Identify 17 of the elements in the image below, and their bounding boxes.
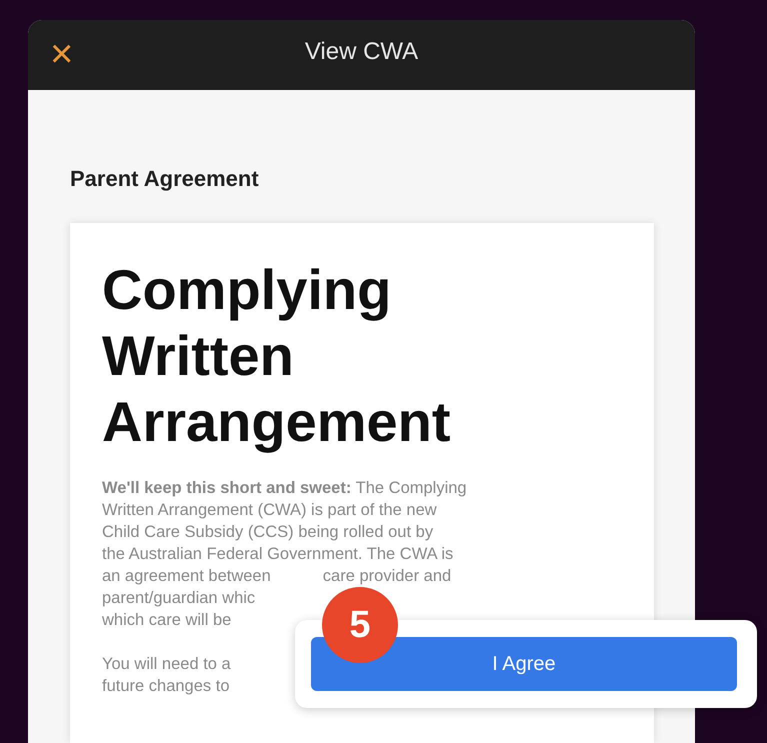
agree-button[interactable]: I Agree: [311, 637, 737, 691]
paragraph-text: parent/guardian whic: [102, 588, 256, 609]
paragraph-text: care provider and: [322, 566, 452, 587]
section-title: Parent Agreement: [70, 165, 259, 193]
document-heading: Arrangement: [102, 389, 451, 455]
paragraph-text: the Australian Federal Government. The CWA is: [102, 544, 454, 565]
paragraph-text: Child Care Subsidy (CCS) being rolled out by: [102, 522, 434, 543]
close-button[interactable]: ×: [50, 34, 74, 74]
paragraph-text: We'll keep this short and sweet: The Complying: [102, 478, 467, 499]
paragraph-text: an agreement between: [102, 566, 271, 587]
paragraph-text: future changes to: [102, 676, 230, 697]
modal-title: View CWA: [304, 37, 418, 67]
document-heading: Complying: [102, 257, 392, 323]
paragraph-text: which care will be: [102, 610, 232, 631]
paragraph-text: Written Arrangement (CWA) is part of the new: [102, 500, 437, 521]
paragraph-text: You will need to a: [102, 654, 231, 675]
document-heading: Written: [102, 323, 294, 389]
